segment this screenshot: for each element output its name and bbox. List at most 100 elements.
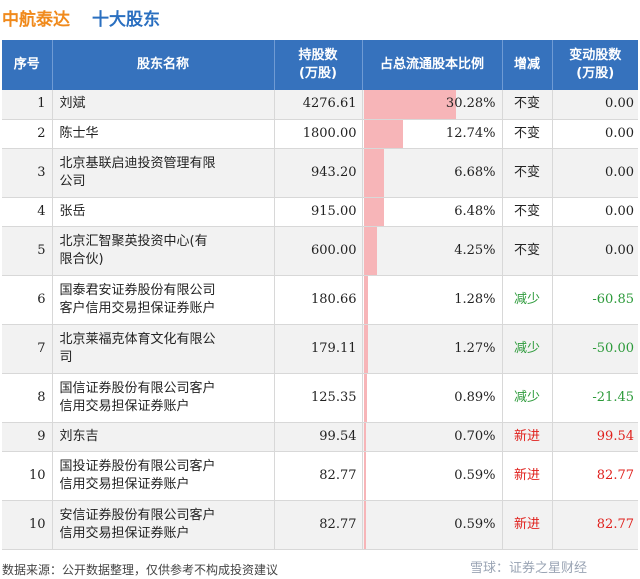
- ratio-value: 6.48%: [454, 203, 496, 219]
- shareholder-name-line2: 司: [59, 349, 73, 365]
- row-index: 9: [2, 422, 53, 452]
- col-header-delta-line1: 变动股数: [569, 48, 622, 63]
- row-index: 2: [2, 119, 53, 149]
- share-delta: 0.00: [552, 197, 638, 227]
- ratio-value: 1.28%: [454, 291, 496, 307]
- change-status: 减少: [502, 275, 553, 325]
- shareholders-table: 序号 股东名称 持股数 (万股) 占总流通股本比例 增减 变动股数 (万股) 1…: [2, 40, 638, 550]
- ratio-value: 30.28%: [445, 96, 496, 112]
- shareholder-name-line1: 张岳: [59, 203, 86, 219]
- share-delta: 0.00: [552, 226, 638, 276]
- change-status-text: 减少: [513, 291, 540, 307]
- table-row: 7 北京莱福克体育文化有限公司 179.11 1.27% 减少 -50.00: [2, 324, 638, 374]
- shareholder-name-line1: 刘东吉: [59, 428, 99, 444]
- table-row: 4 张岳 915.00 6.48% 不变 0.00: [2, 197, 638, 227]
- table-row: 3 北京基联启迪投资管理有限 公司 943.20 6.68% 不变 0.00: [2, 148, 638, 198]
- col-header-delta-line2: (万股): [576, 66, 615, 81]
- change-status: 不变: [502, 119, 553, 149]
- table-row: 10 国投证券股份有限公司客户 信用交易担保证券账户 82.77 0.59% 新进 82.7…: [2, 451, 638, 501]
- ratio-cell: 1.27%: [362, 324, 503, 374]
- shareholder-name-line1: 北京莱福克体育文化有限公: [59, 331, 216, 347]
- ratio-cell: 0.89%: [362, 373, 503, 423]
- change-status: 不变: [502, 148, 553, 198]
- share-delta-value: 82.77: [596, 467, 634, 483]
- col-header-shares-line2: (万股): [299, 66, 337, 81]
- title-bar: 中航泰达 十大股东: [0, 0, 640, 34]
- shareholder-name: 安信证券股份有限公司客户 信用交易担保证券账户: [52, 500, 275, 550]
- shares-held: 82.77: [274, 451, 363, 501]
- table-row: 9 刘东吉 99.54 0.70% 新进 99.54: [2, 422, 638, 452]
- shareholder-name: 国信证券股份有限公司客户 信用交易担保证券账户: [52, 373, 275, 423]
- row-index: 5: [2, 226, 53, 276]
- shareholder-name-line1: 刘斌: [59, 96, 86, 112]
- shares-held: 915.00: [274, 197, 363, 227]
- shareholder-name-line2: 公司: [59, 173, 86, 189]
- shares-held: 125.35: [274, 373, 363, 423]
- table-row: 5 北京汇智聚英投资中心(有 限合伙) 600.00 4.25% 不变 0.00: [2, 226, 638, 276]
- company-title: 中航泰达: [2, 10, 70, 30]
- shares-held: 943.20: [274, 148, 363, 198]
- row-index: 10: [2, 451, 53, 501]
- change-status-text: 减少: [513, 389, 540, 405]
- ratio-value: 4.25%: [454, 242, 496, 258]
- share-delta-value: 0.00: [605, 203, 634, 219]
- change-status: 不变: [502, 197, 553, 227]
- col-header-shares: 持股数 (万股): [274, 40, 363, 90]
- change-status-text: 不变: [513, 203, 540, 219]
- shareholder-name-line2: 信用交易担保证券账户: [59, 525, 190, 541]
- ratio-cell: 30.28%: [362, 90, 503, 120]
- shares-held: 600.00: [274, 226, 363, 276]
- shareholder-name: 北京汇智聚英投资中心(有 限合伙): [52, 226, 275, 276]
- table-header-row: 序号 股东名称 持股数 (万股) 占总流通股本比例 增减 变动股数 (万股): [2, 40, 638, 90]
- ratio-value: 0.59%: [454, 467, 496, 483]
- col-header-shares-line1: 持股数: [298, 48, 338, 63]
- change-status-text: 新进: [513, 516, 540, 532]
- brand-watermark-text: 雪球：证券之星财经: [470, 561, 588, 576]
- shareholder-name-line2: 限合伙): [59, 251, 104, 267]
- shareholder-name: 国投证券股份有限公司客户 信用交易担保证券账户: [52, 451, 275, 501]
- change-status-text: 不变: [513, 164, 540, 180]
- ratio-cell: 0.59%: [362, 451, 503, 501]
- shares-held: 99.54: [274, 422, 363, 452]
- share-delta-value: 82.77: [596, 516, 634, 532]
- shares-held: 82.77: [274, 500, 363, 550]
- ratio-cell: 6.68%: [362, 148, 503, 198]
- change-status-text: 不变: [513, 242, 540, 258]
- col-header-name: 股东名称: [52, 40, 275, 90]
- share-delta: -21.45: [552, 373, 638, 423]
- shareholder-name-line1: 安信证券股份有限公司客户: [59, 507, 216, 523]
- row-index: 3: [2, 148, 53, 198]
- table-body: 1 刘斌 4276.61 30.28% 不变 0.00 2 陈士华 1800.00 12.74% 不…: [2, 90, 638, 550]
- shareholder-name-line2: 客户信用交易担保证券账户: [59, 300, 216, 316]
- table-row: 10 安信证券股份有限公司客户 信用交易担保证券账户 82.77 0.59% 新进 82.7…: [2, 500, 638, 550]
- ratio-cell: 6.48%: [362, 197, 503, 227]
- ratio-value: 0.59%: [454, 516, 496, 532]
- shares-held: 180.66: [274, 275, 363, 325]
- share-delta: 0.00: [552, 119, 638, 149]
- row-index: 10: [2, 500, 53, 550]
- table-row: 1 刘斌 4276.61 30.28% 不变 0.00: [2, 90, 638, 120]
- share-delta: -50.00: [552, 324, 638, 374]
- change-status-text: 不变: [513, 125, 540, 141]
- ratio-value: 0.89%: [454, 389, 496, 405]
- col-header-delta: 变动股数 (万股): [552, 40, 638, 90]
- shares-held: 1800.00: [274, 119, 363, 149]
- ratio-value: 12.74%: [445, 125, 496, 141]
- change-status-text: 新进: [513, 467, 540, 483]
- row-index: 8: [2, 373, 53, 423]
- share-delta: 0.00: [552, 90, 638, 120]
- shares-held: 179.11: [274, 324, 363, 374]
- shareholder-name-line1: 国信证券股份有限公司客户: [59, 380, 216, 396]
- col-header-ratio: 占总流通股本比例: [362, 40, 503, 90]
- shareholder-name: 刘东吉: [52, 422, 275, 452]
- row-index: 6: [2, 275, 53, 325]
- shares-held: 4276.61: [274, 90, 363, 120]
- shareholder-name: 北京基联启迪投资管理有限 公司: [52, 148, 275, 198]
- shareholder-name: 张岳: [52, 197, 275, 227]
- share-delta-value: 0.00: [605, 96, 634, 112]
- share-delta-value: 0.00: [605, 125, 634, 141]
- table-row: 2 陈士华 1800.00 12.74% 不变 0.00: [2, 119, 638, 149]
- ratio-cell: 12.74%: [362, 119, 503, 149]
- share-delta-value: -60.85: [592, 291, 634, 307]
- shareholder-name-line1: 国泰君安证券股份有限公司: [59, 282, 216, 298]
